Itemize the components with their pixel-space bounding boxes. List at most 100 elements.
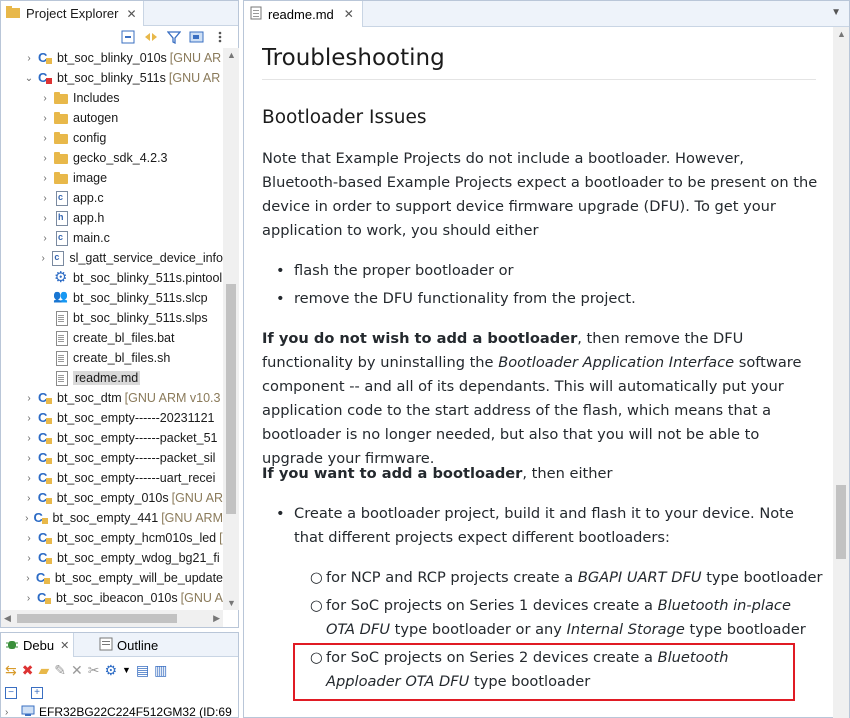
tree-item[interactable]: readme.md (1, 368, 223, 388)
tree-item[interactable]: ›bt_soc_empty_hcm010s_led[ (1, 528, 223, 548)
tree-item[interactable]: › c sl_gatt_service_device_info (1, 248, 223, 268)
device-label: EFR32BG22C224F512GM32 (ID:69 (39, 705, 232, 718)
scroll-up-icon[interactable]: ▲ (227, 50, 236, 60)
tools-icon[interactable]: ✂ (88, 662, 100, 679)
collapse-icon[interactable]: − (5, 687, 17, 699)
remove-icon[interactable]: ✕ (71, 662, 83, 679)
folder-icon (53, 170, 69, 186)
tree-item[interactable]: › bt_soc_empty------20231121 (1, 408, 223, 428)
chevron-right-icon[interactable]: › (39, 93, 51, 104)
tree-item[interactable]: › bt_soc_empty------packet_51 (1, 428, 223, 448)
tree-item[interactable]: bt_soc_blinky_511s.slps (1, 308, 223, 328)
scrollbar-thumb[interactable] (836, 485, 846, 559)
chevron-right-icon[interactable]: › (23, 573, 33, 584)
scroll-right-icon[interactable]: ▶ (213, 613, 220, 624)
tree-item[interactable]: create_bl_files.bat (1, 328, 223, 348)
link-with-editor-icon[interactable] (143, 29, 159, 45)
chevron-right-icon[interactable]: › (23, 393, 35, 404)
disconnect-icon[interactable]: ✖ (22, 662, 34, 679)
explorer-vertical-scrollbar[interactable]: ▲ ▼ (223, 48, 239, 610)
chevron-down-icon[interactable]: ▼ (831, 7, 841, 18)
chevron-right-icon[interactable]: › (39, 133, 51, 144)
chevron-right-icon[interactable]: › (39, 213, 51, 224)
chevron-right-icon[interactable]: › (23, 533, 35, 544)
chevron-down-icon[interactable]: ▼ (122, 665, 131, 675)
tree-item[interactable]: › bt_soc_empty_wdog_bg21_fi (1, 548, 223, 568)
tree-item[interactable]: › c app.c (1, 188, 223, 208)
chevron-right-icon[interactable]: › (39, 173, 51, 184)
new-project-icon[interactable] (189, 29, 205, 45)
tree-item[interactable]: › bt_soc_empty_will_be_update (1, 568, 223, 588)
chevron-right-icon[interactable]: › (23, 593, 34, 604)
expand-icon[interactable]: + (31, 687, 43, 699)
close-icon[interactable]: ✕ (344, 7, 354, 21)
chevron-right-icon[interactable]: › (23, 553, 35, 564)
tree-item-label: bt_soc_empty------packet_sil (57, 451, 216, 465)
tree-item-label: bt_soc_empty_hcm010s_led (57, 531, 217, 545)
tree-item[interactable]: › c main.c (1, 228, 223, 248)
tab-outline[interactable]: Outline (95, 633, 162, 657)
tree-item[interactable]: › bt_soc_empty_441[GNU ARM (1, 508, 223, 528)
connect-icon[interactable]: ⇆ (5, 662, 17, 679)
scroll-up-icon[interactable]: ▲ (837, 29, 846, 39)
tree-item[interactable]: › image (1, 168, 223, 188)
tree-item[interactable]: ⌄ bt_soc_blinky_511s[GNU AR (1, 68, 223, 88)
tree-item[interactable]: bt_soc_blinky_511s.pintool (1, 268, 223, 288)
view-menu-icon[interactable] (212, 29, 228, 45)
tree-item-label: bt_soc_empty_441 (52, 511, 159, 525)
chevron-right-icon[interactable]: › (23, 493, 35, 504)
split-icon[interactable]: ▥ (154, 662, 167, 679)
chevron-right-icon[interactable]: › (5, 707, 17, 718)
scrollbar-thumb[interactable] (17, 614, 177, 623)
scroll-left-icon[interactable]: ◀ (4, 613, 11, 624)
tree-item[interactable]: › bt_soc_blinky_010s[GNU AR (1, 48, 223, 68)
tree-item[interactable]: › bt_soc_empty_010s[GNU AR (1, 488, 223, 508)
scrollbar-thumb[interactable] (226, 284, 236, 514)
tree-item[interactable]: › autogen (1, 108, 223, 128)
chevron-right-icon[interactable]: › (39, 153, 51, 164)
chevron-right-icon[interactable]: › (39, 193, 51, 204)
gear-icon[interactable]: ⚙ (104, 662, 117, 679)
chevron-right-icon[interactable]: › (39, 253, 47, 264)
scroll-down-icon[interactable]: ▼ (227, 598, 236, 608)
explorer-horizontal-scrollbar[interactable]: ◀ ▶ (1, 610, 223, 627)
outline-icon (99, 637, 113, 654)
chevron-right-icon[interactable]: › (23, 453, 35, 464)
tree-item[interactable]: › gecko_sdk_4.2.3 (1, 148, 223, 168)
edit-icon[interactable]: ✎ (54, 662, 66, 679)
tree-item[interactable]: › bt_soc_empty------packet_sil (1, 448, 223, 468)
tab-debug-label: Debu (23, 637, 55, 653)
tab-readme[interactable]: readme.md ✕ (244, 1, 363, 27)
tab-debug[interactable]: Debu ✕ (1, 633, 75, 657)
tree-item-label: readme.md (73, 371, 141, 385)
chevron-down-icon[interactable]: ⌄ (23, 73, 35, 84)
chevron-right-icon[interactable]: › (39, 233, 51, 244)
chevron-right-icon[interactable]: › (23, 413, 35, 424)
project-explorer-view: Project Explorer ✕ ›bt_soc_blinky_010s[G… (0, 0, 239, 628)
layout-icon[interactable]: ▤ (136, 662, 149, 679)
tree-item[interactable]: › bt_soc_ibeacon_010s[GNU A (1, 588, 223, 608)
tree-item[interactable]: › h app.h (1, 208, 223, 228)
chevron-right-icon[interactable]: › (23, 473, 35, 484)
chevron-right-icon[interactable]: › (23, 53, 35, 64)
chevron-right-icon[interactable]: › (39, 113, 51, 124)
collapse-all-icon[interactable] (120, 29, 136, 45)
text: type bootloader (684, 621, 806, 638)
debug-view: Debu ✕ Outline ⇆ ✖ ▰ ✎ ✕ ✂ ⚙ ▼ ▤ ▥ − + ›… (0, 632, 239, 718)
tree-item[interactable]: › Includes (1, 88, 223, 108)
tree-item[interactable]: › bt_soc_dtm[GNU ARM v10.3 (1, 388, 223, 408)
project-explorer-tab[interactable]: Project Explorer ✕ (1, 1, 144, 26)
tree-item[interactable]: › bt_soc_empty------uart_recei (1, 468, 223, 488)
tree-item[interactable]: › config (1, 128, 223, 148)
tree-item-label: bt_soc_blinky_511s.pintool (73, 271, 223, 285)
tree-item[interactable]: bt_soc_blinky_511s.slcp (1, 288, 223, 308)
debug-device-item[interactable]: › EFR32BG22C224F512GM32 (ID:69 (5, 703, 232, 718)
tree-item[interactable]: create_bl_files.sh (1, 348, 223, 368)
close-icon[interactable]: ✕ (126, 7, 136, 21)
filter-icon[interactable] (166, 29, 182, 45)
chevron-right-icon[interactable]: › (23, 513, 31, 524)
close-icon[interactable]: ✕ (60, 639, 69, 652)
chevron-right-icon[interactable]: › (23, 433, 35, 444)
editor-vertical-scrollbar[interactable]: ▲ (833, 27, 849, 718)
open-folder-icon[interactable]: ▰ (38, 662, 49, 679)
